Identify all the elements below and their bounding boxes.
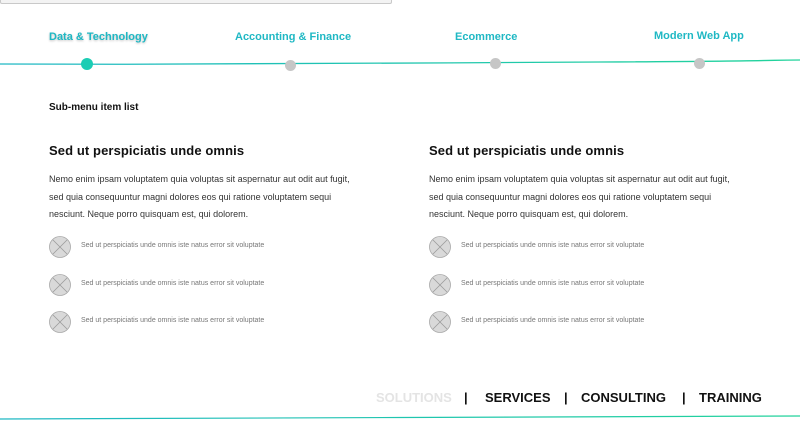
paragraph-line: nesciunt. Neque porro quisquam est, qui …	[429, 209, 629, 219]
nav-training[interactable]: TRAINING	[699, 390, 762, 405]
column-heading: Sed ut perspiciatis unde omnis	[429, 143, 625, 158]
tab-modern-web-app[interactable]: Modern Web App	[654, 30, 744, 42]
timeline-line	[0, 59, 800, 65]
top-window-frame	[0, 0, 392, 4]
list-item[interactable]: Sed ut perspiciatis unde omnis iste natu…	[49, 311, 394, 335]
list-item-label: Sed ut perspiciatis unde omnis iste natu…	[81, 280, 265, 287]
column-heading: Sed ut perspiciatis unde omnis	[49, 143, 245, 158]
nav-separator: |	[464, 390, 468, 405]
timeline-dot-ecommerce[interactable]	[490, 58, 501, 69]
nav-consulting[interactable]: CONSULTING	[581, 390, 666, 405]
placeholder-x-icon	[429, 311, 451, 333]
placeholder-x-icon	[429, 236, 451, 258]
nav-services[interactable]: SERVICES	[485, 390, 551, 405]
column-paragraph: Nemo enim ipsam voluptatem quia voluptas…	[49, 171, 394, 224]
list-item[interactable]: Sed ut perspiciatis unde omnis iste natu…	[429, 311, 774, 335]
tab-ecommerce[interactable]: Ecommerce	[455, 31, 517, 43]
nav-separator: |	[564, 390, 568, 405]
paragraph-line: Nemo enim ipsam voluptatem quia voluptas…	[49, 174, 350, 184]
footer-divider-line	[0, 415, 800, 420]
column-paragraph: Nemo enim ipsam voluptatem quia voluptas…	[429, 171, 774, 224]
list-item-label: Sed ut perspiciatis unde omnis iste natu…	[81, 242, 265, 249]
content-column-left: Sed ut perspiciatis unde omnis Nemo enim…	[49, 143, 394, 333]
timeline-dot-accounting-finance[interactable]	[285, 60, 296, 71]
list-item-label: Sed ut perspiciatis unde omnis iste natu…	[461, 280, 645, 287]
placeholder-x-icon	[49, 311, 71, 333]
list-item-label: Sed ut perspiciatis unde omnis iste natu…	[461, 317, 645, 324]
content-column-right: Sed ut perspiciatis unde omnis Nemo enim…	[429, 143, 774, 333]
nav-separator: |	[682, 390, 686, 405]
paragraph-line: Nemo enim ipsam voluptatem quia voluptas…	[429, 174, 730, 184]
tab-accounting-finance[interactable]: Accounting & Finance	[235, 31, 351, 43]
nav-solutions[interactable]: SOLUTIONS	[376, 390, 452, 405]
list-item[interactable]: Sed ut perspiciatis unde omnis iste natu…	[429, 236, 774, 260]
placeholder-x-icon	[49, 274, 71, 296]
tab-data-technology[interactable]: Data & Technology	[49, 31, 148, 43]
list-item[interactable]: Sed ut perspiciatis unde omnis iste natu…	[429, 274, 774, 298]
list-item[interactable]: Sed ut perspiciatis unde omnis iste natu…	[49, 274, 394, 298]
placeholder-x-icon	[429, 274, 451, 296]
submenu-title: Sub-menu item list	[49, 102, 139, 113]
paragraph-line: sed quia consequuntur magni dolores eos …	[49, 191, 332, 202]
timeline-dot-modern-web-app[interactable]	[694, 58, 705, 69]
timeline-dot-data-technology[interactable]	[81, 58, 93, 70]
list-item[interactable]: Sed ut perspiciatis unde omnis iste natu…	[49, 236, 394, 260]
list-item-label: Sed ut perspiciatis unde omnis iste natu…	[461, 242, 645, 249]
placeholder-x-icon	[49, 236, 71, 258]
paragraph-line: sed quia consequuntur magni dolores eos …	[429, 191, 712, 202]
paragraph-line: nesciunt. Neque porro quisquam est, qui …	[49, 209, 249, 219]
list-item-label: Sed ut perspiciatis unde omnis iste natu…	[81, 317, 265, 324]
